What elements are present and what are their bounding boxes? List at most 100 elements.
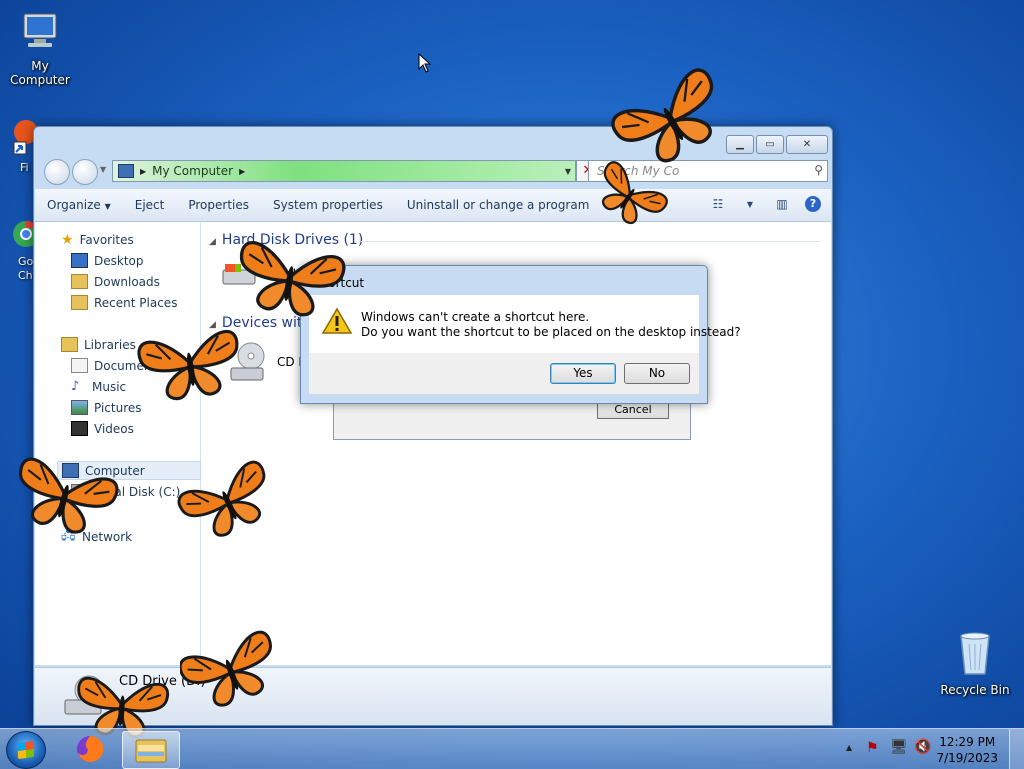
taskbar-explorer[interactable] [122, 731, 180, 769]
view-controls: ☷ ▼ ▥ ? [709, 195, 821, 213]
show-desktop-button[interactable] [1009, 729, 1024, 769]
computer-icon [118, 164, 134, 178]
cd-drive-icon [64, 675, 104, 715]
nav-desktop[interactable]: Desktop [71, 253, 144, 268]
nav-network[interactable]: 🖧 Network [61, 526, 132, 548]
nav-label: Music [92, 379, 127, 394]
shortcut-dialog: Shortcut Windows can't create a shortcut… [300, 265, 741, 404]
warning-icon [321, 307, 353, 334]
eject-button[interactable]: Eject [123, 198, 177, 212]
drive-icon [71, 484, 88, 499]
back-button[interactable] [44, 159, 70, 185]
search-input[interactable]: Search My Co ⚲ [588, 160, 828, 182]
nav-music[interactable]: ♪ Music [71, 379, 126, 394]
action-center-flag-icon[interactable]: ⚑ [866, 740, 879, 756]
star-icon: ★ [61, 232, 74, 248]
address-dropdown-icon[interactable]: ▼ [565, 167, 571, 176]
nav-label: Documents [94, 358, 163, 373]
cd-drive-icon [230, 342, 265, 381]
uninstall-program-button[interactable]: Uninstall or change a program [395, 198, 602, 212]
show-hidden-icons-icon[interactable]: ▲ [846, 743, 852, 752]
chevron-down-icon[interactable]: ▼ [741, 195, 759, 213]
desktop-icon-recycle-bin[interactable]: Recycle Bin [935, 630, 1015, 697]
nav-downloads[interactable]: Downloads [71, 274, 160, 289]
nav-local-disk-c[interactable]: Local Disk (C:) [71, 484, 180, 499]
forward-button[interactable] [72, 159, 98, 185]
collapse-icon: ◢ [209, 237, 216, 247]
desktop-folder-icon [71, 253, 88, 268]
system-properties-button[interactable]: System properties [261, 198, 395, 212]
volume-muted-icon[interactable]: 🔇 [914, 739, 931, 755]
nav-videos[interactable]: Videos [71, 421, 134, 436]
maximize-icon: ▭ [765, 139, 775, 150]
clock[interactable]: 12:29 PM 7/19/2023 [936, 734, 998, 766]
folder-icon [135, 739, 167, 763]
search-icon[interactable]: ⚲ [814, 163, 823, 177]
nav-label: Downloads [94, 274, 160, 289]
collapse-icon: ◢ [209, 320, 216, 330]
dialog-message-line1: Windows can't create a shortcut here. [361, 310, 590, 324]
recent-places-icon [71, 295, 88, 310]
nav-label: Desktop [94, 253, 144, 268]
group-removable-devices[interactable]: ◢ Devices with [209, 315, 311, 331]
navigation-pane: ★ Favorites Desktop Downloads Recent Pla… [35, 222, 201, 665]
no-button[interactable]: No [624, 363, 690, 384]
computer-icon [62, 463, 79, 478]
videos-icon [71, 421, 88, 436]
breadcrumb-my-computer[interactable]: My Computer [152, 164, 233, 178]
nav-label: Recent Places [94, 295, 178, 310]
downloads-folder-icon [71, 274, 88, 289]
recent-pages-chevron-icon[interactable]: ▼ [100, 165, 106, 174]
dialog-message-line2: Do you want the shortcut to be placed on… [361, 325, 741, 339]
help-icon[interactable]: ? [805, 196, 821, 212]
yes-button[interactable]: Yes [550, 363, 616, 384]
documents-icon [71, 358, 88, 373]
network-status-icon[interactable]: 🖥 [890, 739, 908, 755]
change-view-icon[interactable]: ☷ [709, 195, 727, 213]
drive-cd[interactable]: CD D [229, 340, 308, 384]
group-hard-disk-drives[interactable]: ◢ Hard Disk Drives (1) [209, 232, 363, 248]
taskbar-firefox[interactable] [62, 731, 118, 767]
window-controls: ▁ ▭ ✕ [726, 135, 828, 154]
nav-recent-places[interactable]: Recent Places [71, 295, 177, 310]
command-bar: Organize ▼ Eject Properties System prope… [35, 189, 831, 222]
chevron-down-icon: ▼ [104, 202, 111, 211]
dialog-footer: Yes No [309, 353, 699, 394]
maximize-button[interactable]: ▭ [756, 135, 784, 154]
preview-pane-icon[interactable]: ▥ [773, 195, 791, 213]
address-bar[interactable]: ▶ My Computer ▶ ▼ [112, 160, 576, 182]
desktop-icon-label: My Computer [10, 59, 70, 87]
breadcrumb-arrow-icon[interactable]: ▶ [140, 167, 146, 176]
nav-label: Network [82, 530, 133, 544]
nav-computer[interactable]: Computer [57, 461, 201, 480]
close-icon: ✕ [802, 139, 812, 150]
details-title: CD Drive (D:) [119, 674, 206, 689]
desktop-icon-my-computer[interactable]: My Computer [0, 10, 80, 87]
taskbar: ▲ ⚑ 🖥 🔇 12:29 PM 7/19/2023 [0, 728, 1024, 769]
pictures-icon [71, 400, 88, 415]
nav-libraries[interactable]: Libraries [61, 337, 136, 352]
organize-menu[interactable]: Organize ▼ [35, 198, 123, 212]
group-divider [361, 241, 821, 242]
nav-pictures[interactable]: Pictures [71, 400, 142, 415]
details-pane: CD Drive (D:) [35, 667, 831, 725]
drive-local-disk[interactable]: Local D [221, 260, 309, 288]
clock-time: 12:29 PM [939, 735, 996, 749]
nav-label: Favorites [79, 233, 134, 247]
more-commands-button[interactable]: » [601, 198, 620, 212]
properties-button[interactable]: Properties [176, 198, 261, 212]
desktop-icon-label: Recycle Bin [940, 683, 1010, 697]
network-icon: 🖧 [61, 528, 76, 543]
nav-favorites[interactable]: ★ Favorites [61, 232, 134, 248]
close-button[interactable]: ✕ [786, 135, 828, 154]
nav-documents[interactable]: Documents [71, 358, 162, 373]
computer-icon [23, 13, 57, 47]
nav-label: Videos [94, 421, 134, 436]
navigation-row: ▼ ▶ My Computer ▶ ▼ ✕ Search My Co ⚲ [40, 157, 828, 185]
hard-drive-icon [222, 264, 256, 285]
breadcrumb-arrow-icon[interactable]: ▶ [239, 167, 245, 176]
nav-label: Libraries [84, 337, 136, 352]
minimize-button[interactable]: ▁ [726, 135, 754, 154]
dialog-message: Windows can't create a shortcut here. Do… [361, 310, 741, 340]
start-button[interactable] [6, 731, 46, 769]
